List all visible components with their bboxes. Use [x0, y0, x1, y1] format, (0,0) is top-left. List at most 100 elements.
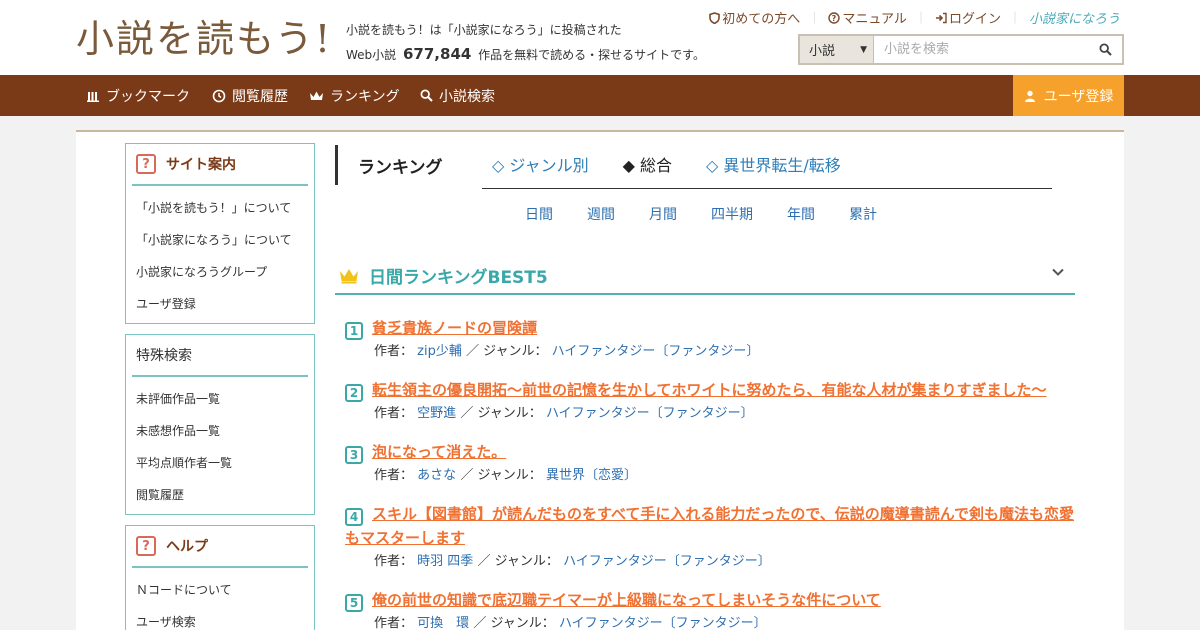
author-label: 作者： — [374, 468, 414, 483]
entry-meta: 作者： 可換 環 ／ ジャンル： ハイファンタジー〔ファンタジー〕 — [345, 612, 1075, 630]
tab-overall[interactable]: ◆ 総合 — [623, 152, 672, 176]
nav-history-label: 閲覧履歴 — [232, 88, 288, 105]
site-header: 小説を読もう! 小説を読もう！は「小説家になろう」に投稿された Web小説 67… — [0, 0, 1200, 75]
help-title-text: ヘルプ — [166, 539, 208, 555]
sidebar-item-author-avg[interactable]: 平均点順作者一覧 — [126, 447, 314, 479]
author-link[interactable]: zip少輔 — [417, 344, 462, 359]
genre-link[interactable]: ハイファンタジー〔ファンタジー〕 — [546, 406, 754, 421]
manual-link[interactable]: ? マニュアル — [828, 8, 907, 27]
question-circle-icon: ? — [828, 11, 841, 24]
entry-title[interactable]: 5 俺の前世の知識で底辺職テイマーが上級職になってしまいそうな件について — [345, 588, 1075, 612]
tab-genre[interactable]: ◇ ジャンル別 — [492, 152, 589, 176]
sidebar-item-user-search[interactable]: ユーザ検索 — [126, 606, 314, 630]
period-total[interactable]: 累計 — [849, 204, 877, 224]
chevron-down-icon[interactable] — [1051, 265, 1065, 279]
author-label: 作者： — [374, 616, 414, 630]
sidebar-item-register[interactable]: ユーザ登録 — [126, 288, 314, 320]
sidebar-item-unrated[interactable]: 未評価作品一覧 — [126, 383, 314, 415]
entry-title[interactable]: 2 転生領主の優良開拓〜前世の記憶を生かしてホワイトに努めたら、有能な人材が集まり… — [345, 378, 1075, 402]
tagline-line2: Web小説 677,844 作品を無料で読める・探せるサイトです。 — [346, 42, 705, 67]
search-button[interactable] — [1088, 36, 1122, 63]
sidebar-item-history[interactable]: 閲覧履歴 — [126, 479, 314, 511]
tab-isekai[interactable]: ◇ 異世界転生/転移 — [706, 152, 841, 176]
site-tagline: 小説を読もう！は「小説家になろう」に投稿された Web小説 677,844 作品… — [346, 18, 705, 67]
sidebar-item-no-review[interactable]: 未感想作品一覧 — [126, 415, 314, 447]
period-weekly[interactable]: 週間 — [587, 204, 615, 224]
entry-title-text: 転生領主の優良開拓〜前世の記憶を生かしてホワイトに努めたら、有能な人材が集まりす… — [372, 381, 1047, 399]
special-search-list: 未評価作品一覧 未感想作品一覧 平均点順作者一覧 閲覧履歴 — [126, 377, 314, 513]
site-logo[interactable]: 小説を読もう! — [76, 14, 332, 64]
best5-header[interactable]: 日間ランキングBEST5 — [335, 257, 1075, 295]
shield-icon — [709, 11, 721, 24]
divider: ｜ — [914, 11, 927, 25]
author-label: 作者： — [374, 554, 414, 569]
ranking-entry: 4 スキル【図書館】が読んだものをすべて手に入れる能力だったので、伝説の魔導書読ん… — [345, 502, 1075, 574]
ranking-entry: 1 貧乏貴族ノードの冒険譚 作者： zip少輔 ／ ジャンル： ハイファンタジー〔… — [345, 316, 1075, 364]
nav-search-label: 小説検索 — [439, 88, 495, 105]
nav-search[interactable]: 小説検索 — [420, 75, 495, 116]
search-category-select[interactable]: 小説 ▼ — [800, 36, 874, 63]
nav-bookmark[interactable]: ブックマーク — [87, 75, 190, 116]
sidebar-item-about-yomou[interactable]: 「小説を読もう！」について — [126, 192, 314, 224]
ranking-entry: 2 転生領主の優良開拓〜前世の記憶を生かしてホワイトに努めたら、有能な人材が集まり… — [345, 378, 1075, 426]
divider: ｜ — [808, 11, 821, 25]
rank-badge: 1 — [345, 322, 363, 340]
period-quarterly[interactable]: 四半期 — [711, 204, 753, 224]
nav-history[interactable]: 閲覧履歴 — [212, 75, 288, 116]
rank-badge: 3 — [345, 446, 363, 464]
work-count: 677,844 — [403, 45, 472, 63]
search-bar: 小説 ▼ — [798, 34, 1124, 65]
genre-link[interactable]: ハイファンタジー〔ファンタジー〕 — [559, 616, 767, 630]
ranking-entry: 5 俺の前世の知識で底辺職テイマーが上級職になってしまいそうな件について 作者： … — [345, 588, 1075, 630]
sidebar-item-narou-group[interactable]: 小説家になろうグループ — [126, 256, 314, 288]
question-icon: ? — [136, 154, 156, 174]
period-monthly[interactable]: 月間 — [649, 204, 677, 224]
genre-link[interactable]: 異世界〔恋愛〕 — [546, 468, 637, 483]
nav-ranking[interactable]: ランキング — [309, 75, 400, 116]
beginner-link-label: 初めての方へ — [722, 12, 801, 27]
crown-icon — [310, 91, 323, 100]
best5-title: 日間ランキングBEST5 — [369, 267, 548, 288]
user-icon — [1024, 90, 1035, 102]
period-daily[interactable]: 日間 — [525, 204, 553, 224]
entry-title-text: 泡になって消えた。 — [372, 443, 507, 461]
manual-link-label: マニュアル — [842, 12, 907, 27]
rank-badge: 2 — [345, 384, 363, 402]
entry-title-text: スキル【図書館】が読んだものをすべて手に入れる能力だったので、伝説の魔導書読んで… — [345, 505, 1075, 547]
ranking-tabs: ◇ ジャンル別 ◆ 総合 ◇ 異世界転生/転移 — [492, 152, 841, 176]
site-info-title: ? サイト案内 — [132, 144, 308, 186]
entry-title[interactable]: 1 貧乏貴族ノードの冒険譚 — [345, 316, 1075, 340]
question-icon: ? — [136, 536, 156, 556]
author-link[interactable]: 時羽 四季 — [417, 554, 473, 569]
login-icon — [935, 12, 947, 23]
genre-link[interactable]: ハイファンタジー〔ファンタジー〕 — [552, 344, 760, 359]
author-link[interactable]: あさな — [417, 468, 456, 483]
login-link[interactable]: ログイン — [935, 8, 1001, 27]
author-link[interactable]: 空野進 — [417, 406, 456, 421]
entry-title[interactable]: 4 スキル【図書館】が読んだものをすべて手に入れる能力だったので、伝説の魔導書読ん… — [345, 502, 1075, 550]
genre-link[interactable]: ハイファンタジー〔ファンタジー〕 — [563, 554, 771, 569]
entry-meta: 作者： 空野進 ／ ジャンル： ハイファンタジー〔ファンタジー〕 — [345, 402, 1075, 426]
period-yearly[interactable]: 年間 — [787, 204, 815, 224]
sidebar-help: ? ヘルプ Ｎコードについて ユーザ検索 — [125, 525, 315, 630]
login-link-label: ログイン — [948, 12, 1001, 27]
ranking-heading: ランキング — [335, 145, 443, 185]
site-info-list: 「小説を読もう！」について 「小説家になろう」について 小説家になろうグループ … — [126, 186, 314, 322]
search-input[interactable] — [874, 36, 1088, 63]
entry-meta: 作者： 時羽 四季 ／ ジャンル： ハイファンタジー〔ファンタジー〕 — [345, 550, 1075, 574]
svg-text:?: ? — [832, 14, 837, 23]
special-search-title-text: 特殊検索 — [136, 348, 192, 364]
sidebar-item-ncode[interactable]: Ｎコードについて — [126, 574, 314, 606]
beginner-link[interactable]: 初めての方へ — [709, 8, 800, 27]
history-icon — [212, 89, 226, 102]
help-title: ? ヘルプ — [132, 526, 308, 568]
entry-title-text: 貧乏貴族ノードの冒険譚 — [372, 319, 538, 337]
register-button[interactable]: ユーザ登録 — [1013, 75, 1124, 116]
author-link[interactable]: 可換 環 — [417, 616, 469, 630]
entry-title-text: 俺の前世の知識で底辺職テイマーが上級職になってしまいそうな件について — [372, 591, 881, 609]
narou-logo[interactable]: 小説家になろう — [1029, 8, 1120, 27]
sidebar-item-about-narou[interactable]: 「小説家になろう」について — [126, 224, 314, 256]
entry-title[interactable]: 3 泡になって消えた。 — [345, 440, 1075, 464]
top-links: 初めての方へ ｜ ? マニュアル ｜ ログイン ｜ 小説家になろう — [709, 8, 1120, 27]
nav-ranking-label: ランキング — [330, 88, 400, 105]
